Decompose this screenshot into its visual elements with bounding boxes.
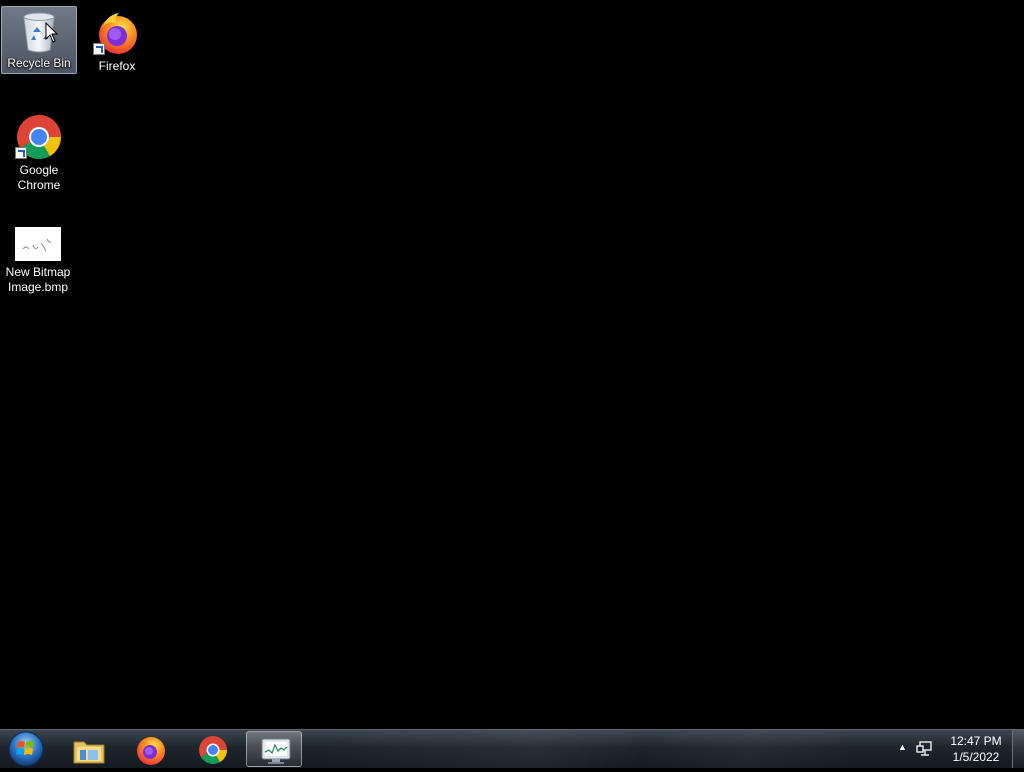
- desktop-icon-recycle-bin[interactable]: Recycle Bin: [1, 6, 77, 74]
- show-desktop-button[interactable]: [1012, 730, 1024, 768]
- desktop-icon-label: Google Chrome: [17, 163, 61, 192]
- desktop-icon-firefox[interactable]: Firefox: [79, 6, 155, 74]
- resource-monitor-icon: [261, 738, 291, 764]
- chrome-icon: [15, 113, 63, 161]
- recycle-bin-icon: [19, 10, 59, 54]
- firefox-icon: [137, 737, 165, 765]
- desktop-icon-label: Recycle Bin: [7, 56, 71, 70]
- taskbar: ▲ 12:47 PM 1/5/2022: [0, 729, 1024, 768]
- desktop-icon-label: New Bitmap Image.bmp: [5, 265, 71, 294]
- network-icon[interactable]: [916, 740, 934, 758]
- clock-time: 12:47 PM: [950, 734, 1002, 748]
- desktop: Recycle Bin Firefox Google Chrome New Bi…: [0, 0, 1024, 729]
- file-explorer-icon: [73, 741, 105, 764]
- taskbar-firefox-button[interactable]: [122, 731, 178, 767]
- clock-date: 1/5/2022: [952, 750, 1000, 764]
- system-tray: ▲ 12:47 PM 1/5/2022: [884, 730, 1024, 768]
- start-button[interactable]: [6, 731, 46, 767]
- chrome-icon: [199, 736, 227, 764]
- shortcut-arrow-icon: [93, 43, 105, 55]
- firefox-icon: [93, 9, 141, 57]
- bitmap-image-icon: [15, 227, 61, 263]
- taskbar-file-explorer-button[interactable]: [60, 731, 116, 767]
- shortcut-arrow-icon: [15, 147, 27, 159]
- desktop-icon-bitmap-image[interactable]: New Bitmap Image.bmp: [0, 222, 76, 302]
- up-arrow-icon[interactable]: ▲: [898, 742, 908, 754]
- clock[interactable]: 12:47 PM 1/5/2022: [944, 733, 1008, 765]
- windows-start-orb-icon: [8, 731, 44, 767]
- taskbar-resource-monitor-button[interactable]: [246, 731, 302, 767]
- desktop-icon-google-chrome[interactable]: Google Chrome: [1, 110, 77, 194]
- desktop-icon-label: Firefox: [98, 59, 136, 73]
- taskbar-chrome-button[interactable]: [184, 731, 240, 767]
